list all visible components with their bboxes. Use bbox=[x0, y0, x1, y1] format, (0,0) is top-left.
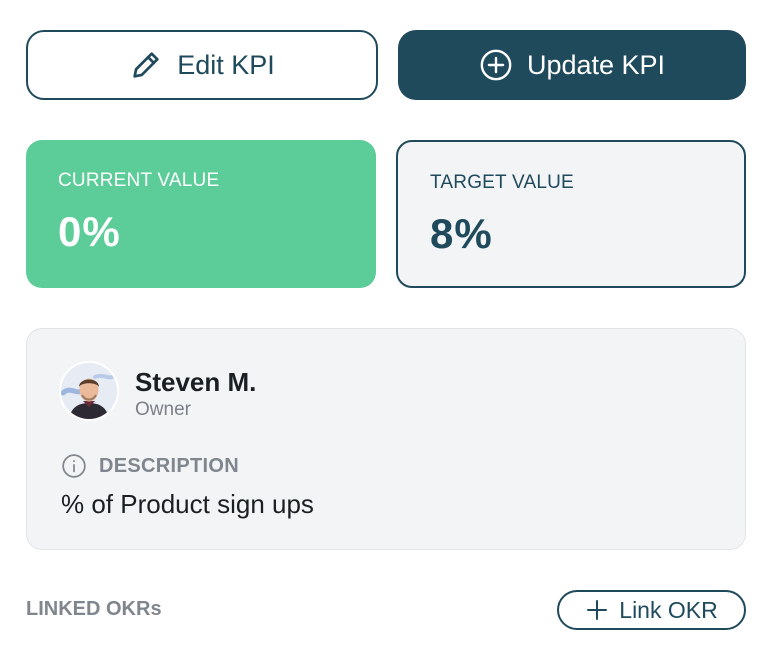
target-value: 8% bbox=[430, 210, 493, 257]
description-header: DESCRIPTION bbox=[61, 453, 239, 479]
target-value-card: TARGET VALUE 8% bbox=[396, 140, 746, 288]
current-value-card: CURRENT VALUE 0% bbox=[26, 140, 376, 288]
avatar bbox=[59, 361, 119, 421]
plus-icon bbox=[585, 598, 609, 622]
edit-kpi-button[interactable]: Edit KPI bbox=[26, 30, 378, 100]
link-okr-label: Link OKR bbox=[619, 596, 718, 623]
owner-role: Owner bbox=[135, 399, 191, 420]
current-value-label: CURRENT VALUE bbox=[58, 170, 220, 191]
owner-name: Steven M. bbox=[135, 367, 257, 397]
update-kpi-label: Update KPI bbox=[526, 49, 666, 80]
linked-okrs-label: LINKED OKRs bbox=[26, 598, 162, 620]
target-value-label: TARGET VALUE bbox=[430, 172, 574, 193]
update-kpi-button[interactable]: Update KPI bbox=[398, 30, 746, 100]
description-text: % of Product sign ups bbox=[61, 489, 314, 519]
kpi-detail-panel: Edit KPI Update KPI CURRENT VALUE 0% TAR… bbox=[0, 0, 768, 648]
edit-kpi-label: Edit KPI bbox=[177, 49, 275, 80]
info-icon bbox=[61, 453, 87, 479]
owner-card: Steven M. Owner DESCRIPTION % of Product… bbox=[26, 328, 746, 550]
description-label: DESCRIPTION bbox=[99, 454, 239, 477]
current-value: 0% bbox=[58, 208, 121, 255]
plus-circle-icon bbox=[479, 48, 513, 82]
pencil-icon bbox=[129, 48, 163, 82]
link-okr-button[interactable]: Link OKR bbox=[557, 590, 746, 630]
